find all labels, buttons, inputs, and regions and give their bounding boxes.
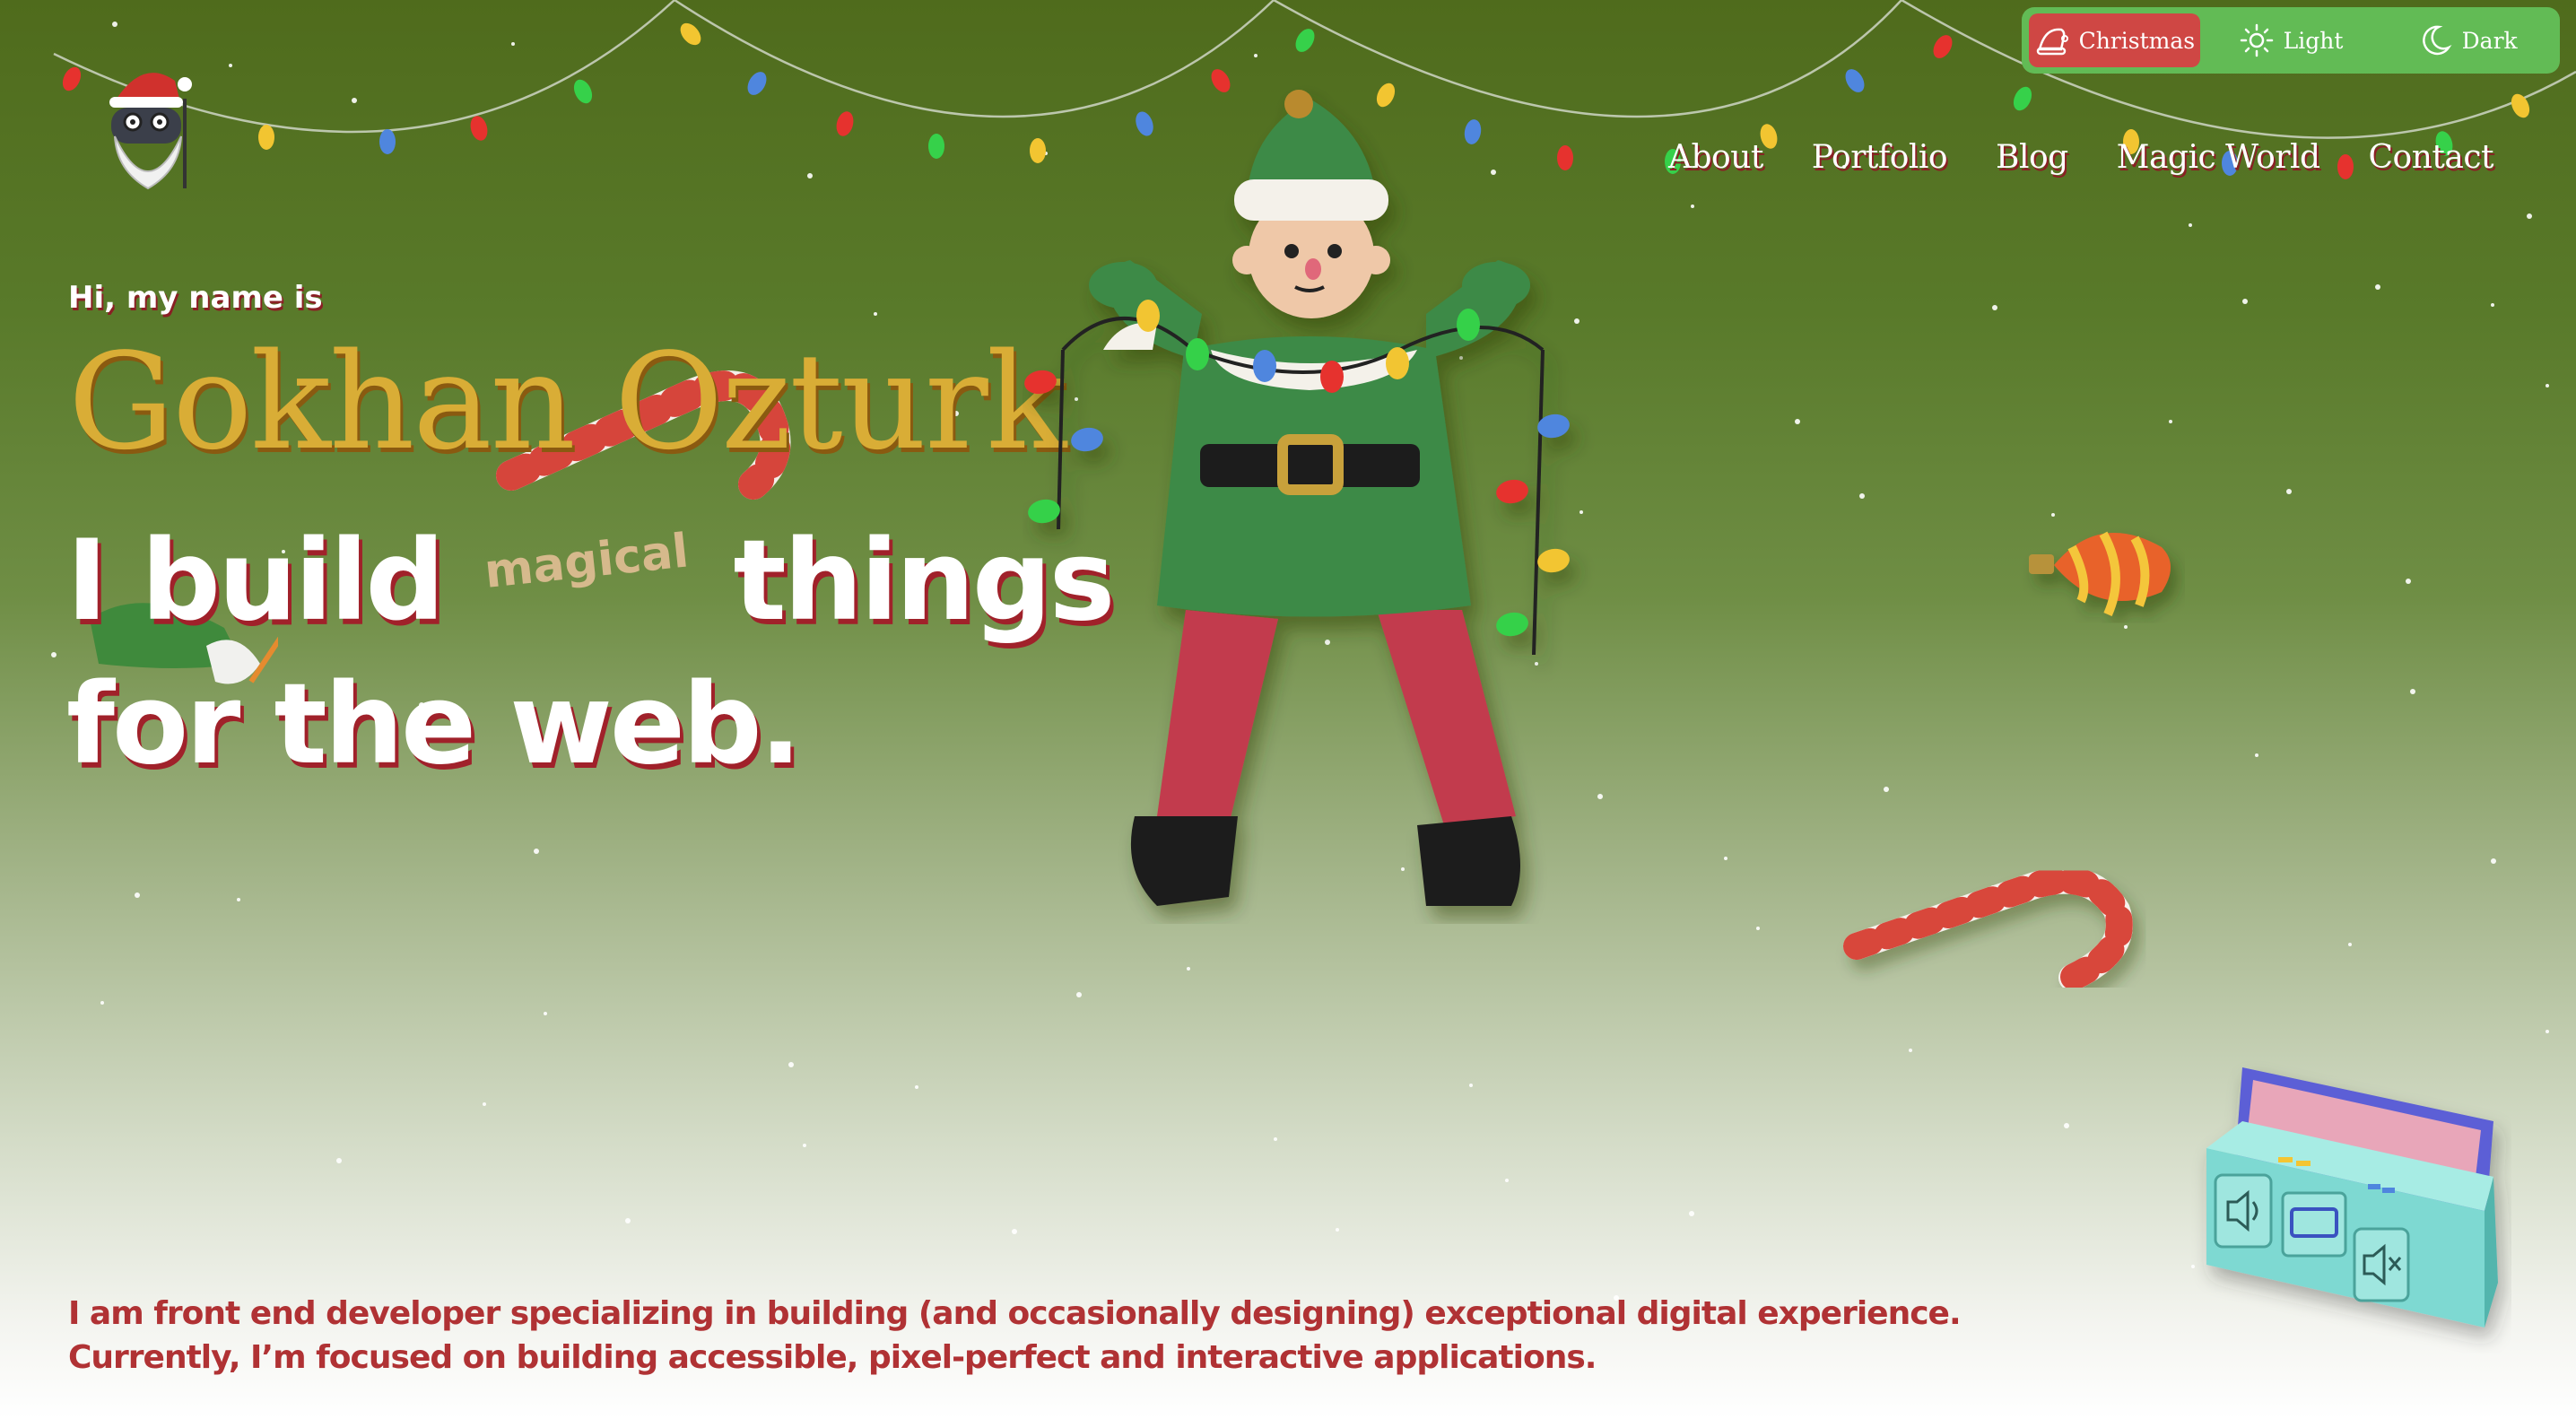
sun-icon [2240,23,2273,57]
mute-button[interactable] [2353,1227,2410,1302]
theme-christmas-button[interactable]: Christmas [2029,13,2200,67]
christmas-ornament-icon [2029,531,2171,617]
tagline-start: I build [66,517,445,646]
theme-dark-button[interactable]: Dark [2381,13,2553,67]
nav-contact-link[interactable]: Contact [2369,139,2494,176]
theme-christmas-label: Christmas [2078,27,2196,54]
cassette-button[interactable] [2281,1191,2347,1258]
candy-cane-icon [1843,866,2133,991]
logo-santa-icon[interactable] [99,63,197,197]
theme-light-button[interactable]: Light [2206,13,2377,67]
hero-greeting: Hi, my name is [68,280,323,316]
nav-portfolio-link[interactable]: Portfolio [1812,139,1948,176]
nav-about-link[interactable]: About [1668,139,1763,176]
theme-light-label: Light [2283,27,2344,54]
page-background: Christmas Light Dark About Portfolio Blo… [0,0,2576,1419]
santa-hat-icon [2036,28,2068,56]
tagline-accent: magical [482,524,692,599]
volume-up-button[interactable] [2214,1173,2273,1249]
theme-switcher: Christmas Light Dark [2022,7,2560,74]
nav-blog-link[interactable]: Blog [1996,139,2068,176]
theme-dark-label: Dark [2461,27,2518,54]
hero-name: Gokhan Ozturk [68,325,1066,479]
main-nav: About Portfolio Blog Magic World Contact [1668,130,2493,184]
moon-icon [2422,25,2452,56]
boombox-music-player [2206,1067,2498,1328]
nav-magic-world-link[interactable]: Magic World [2117,139,2321,176]
about-description: I am front end developer specializing in… [68,1295,1962,1376]
elf-figure [1024,90,1570,906]
